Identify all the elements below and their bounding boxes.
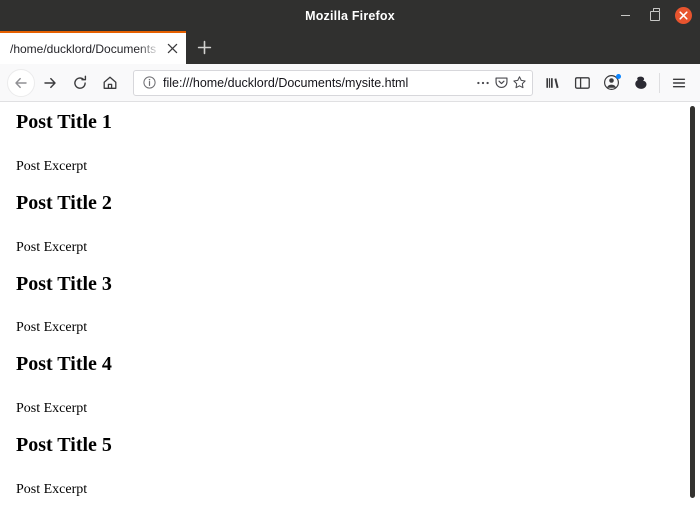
minimize-icon (621, 14, 630, 17)
extension-button[interactable] (626, 68, 655, 98)
toolbar-separator (659, 72, 660, 93)
browser-window: Mozilla Firefox /home/ducklord/Documents (0, 0, 700, 514)
url-text[interactable]: file:///home/ducklord/Documents/mysite.h… (163, 76, 474, 90)
window-titlebar: Mozilla Firefox (0, 0, 700, 31)
plus-icon (197, 40, 211, 55)
home-button[interactable] (95, 68, 125, 98)
post-title: Post Title 2 (16, 192, 112, 214)
app-menu-button[interactable] (664, 68, 693, 98)
arrow-left-icon (15, 77, 27, 88)
account-button[interactable] (597, 68, 626, 98)
library-button[interactable] (539, 68, 568, 98)
reload-button[interactable] (65, 68, 95, 98)
tab-documents[interactable]: /home/ducklord/Documents (0, 31, 186, 64)
home-icon (103, 76, 117, 89)
maximize-button[interactable] (646, 7, 663, 24)
post-excerpt: Post Excerpt (16, 159, 88, 174)
star-icon (512, 76, 526, 89)
sidebar-icon (574, 76, 590, 89)
post-title: Post Title 4 (16, 353, 112, 375)
forward-button[interactable] (35, 68, 65, 98)
navigation-toolbar: file:///home/ducklord/Documents/mysite.h… (0, 64, 700, 102)
post-excerpt: Post Excerpt (16, 320, 88, 335)
site-information-button[interactable] (140, 74, 158, 92)
sidebar-button[interactable] (568, 68, 597, 98)
account-notification-badge (616, 73, 621, 79)
tab-strip: /home/ducklord/Documents (0, 31, 700, 64)
info-icon (142, 76, 156, 89)
post-title: Post Title 1 (16, 111, 112, 133)
pocket-icon (494, 77, 508, 88)
vertical-scrollbar[interactable] (686, 102, 700, 514)
url-bar[interactable]: file:///home/ducklord/Documents/mysite.h… (133, 69, 533, 96)
window-controls (617, 0, 692, 31)
back-button[interactable] (7, 68, 35, 97)
ellipsis-icon (477, 81, 489, 84)
library-icon (546, 77, 559, 88)
bookmark-button[interactable] (510, 74, 528, 92)
tab-title: /home/ducklord/Documents (10, 41, 157, 56)
toolbar-actions (539, 68, 693, 98)
restore-icon (649, 8, 660, 21)
extension-icon (634, 76, 646, 89)
scrollbar-thumb[interactable] (690, 106, 695, 498)
page-actions-button[interactable] (474, 74, 492, 92)
close-icon (679, 11, 688, 20)
tab-close-button[interactable] (164, 41, 180, 57)
new-tab-button[interactable] (186, 31, 222, 64)
page-content: Post Title 1 Post Excerpt Post Title 2 P… (0, 102, 700, 514)
minimize-button[interactable] (617, 7, 634, 24)
post-excerpt: Post Excerpt (16, 240, 88, 255)
hamburger-menu-icon (672, 78, 685, 87)
reload-icon (74, 75, 87, 89)
post-excerpt: Post Excerpt (16, 482, 88, 497)
post-excerpt: Post Excerpt (16, 401, 88, 416)
arrow-right-icon (44, 77, 56, 88)
pocket-button[interactable] (492, 74, 510, 92)
window-title: Mozilla Firefox (305, 8, 395, 23)
post-title: Post Title 5 (16, 434, 112, 456)
close-icon (167, 43, 177, 54)
post-title: Post Title 3 (16, 273, 112, 295)
close-button[interactable] (675, 7, 692, 24)
